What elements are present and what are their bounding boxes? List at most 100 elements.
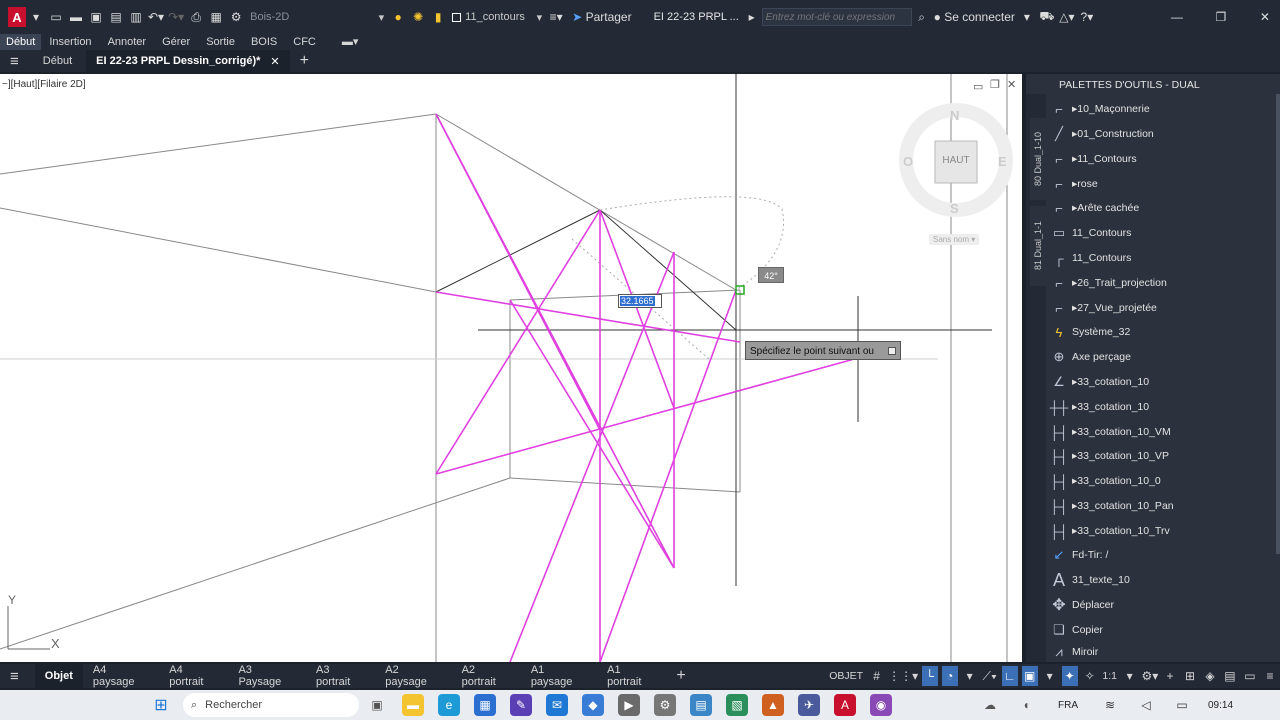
doc-tab-home[interactable]: Début xyxy=(29,50,86,72)
cloud-icon[interactable]: ☁ xyxy=(979,694,1001,716)
app-icon[interactable]: ✈ xyxy=(798,694,820,716)
layout-tab-a2-portrait[interactable]: A2 portrait xyxy=(452,664,521,688)
tab-sortie[interactable]: Sortie xyxy=(198,34,243,50)
close-tab-icon[interactable]: ✕ xyxy=(270,55,279,68)
cart-icon[interactable]: ⛟ xyxy=(1039,6,1055,28)
app-icon[interactable]: ▧ xyxy=(726,694,748,716)
redo-icon[interactable]: ↷▾ xyxy=(168,6,184,28)
hardware-acceleration-icon[interactable]: ▤ xyxy=(1222,666,1238,686)
layout-tab-a3-portrait[interactable]: A3 portrait xyxy=(306,664,375,688)
layout-tab-a4-portrait[interactable]: A4 portrait xyxy=(159,664,228,688)
palette-item[interactable]: ├┤ ▸ 33_cotation_10_VM xyxy=(1048,420,1280,444)
prompt-options-icon[interactable] xyxy=(888,347,896,355)
ucs-dropdown[interactable]: Sans nom ▾ xyxy=(929,234,980,245)
windows-start-icon[interactable]: ⊞ xyxy=(150,694,172,716)
login-button[interactable]: ● Se connecter xyxy=(934,6,1015,28)
object-snap-icon[interactable]: ▣ xyxy=(1021,666,1038,686)
publish-icon[interactable]: ▦ xyxy=(208,6,224,28)
layout-tab-a4-paysage[interactable]: A4 paysage xyxy=(83,664,159,688)
task-view-icon[interactable]: ▣ xyxy=(366,694,388,716)
palette-item[interactable]: ├┤ ▸ 33_cotation_10_0 xyxy=(1048,469,1280,493)
app-icon[interactable]: ✎ xyxy=(510,694,532,716)
minimize-icon[interactable]: — xyxy=(1169,6,1185,28)
tab-gerer[interactable]: Gérer xyxy=(154,34,198,50)
snap-icon[interactable]: ⋮⋮▾ xyxy=(888,666,918,686)
dynamic-angle-input[interactable]: 42° xyxy=(758,267,784,283)
plus-icon[interactable]: + xyxy=(1162,666,1178,686)
microphone-icon[interactable]: ◖ xyxy=(1015,694,1037,716)
taskbar-search[interactable]: ⌕ Rechercher xyxy=(183,693,359,717)
palette-item[interactable]: ↙ Fd-Tir: / xyxy=(1048,543,1280,567)
edge-browser-icon[interactable]: e xyxy=(438,694,460,716)
grid-icon[interactable]: # xyxy=(869,666,885,686)
drawing-canvas[interactable]: −][Haut][Filaire 2D] ▭ ❐ ✕ HAUT N S E O … xyxy=(0,74,1022,662)
units-icon[interactable]: ⊞ xyxy=(1182,666,1198,686)
settings-icon[interactable]: ⚙ xyxy=(654,694,676,716)
save-icon[interactable]: ▣ xyxy=(88,6,104,28)
tab-bois[interactable]: BOIS xyxy=(243,34,285,50)
gear-icon[interactable]: ⚙▾ xyxy=(1141,666,1158,686)
palette-item[interactable]: ├┤ ▸ 33_cotation_10_Trv xyxy=(1048,519,1280,543)
autocad-taskbar-icon[interactable]: A xyxy=(834,694,856,716)
chevron-down-icon[interactable]: ▾ xyxy=(1042,666,1058,686)
clock[interactable]: 09:14 xyxy=(1208,700,1233,711)
viewport-label[interactable]: −][Haut][Filaire 2D] xyxy=(2,79,86,90)
ortho-icon[interactable]: └ xyxy=(921,666,938,686)
palette-item[interactable]: ⌐ ▸ Arête cachée xyxy=(1048,196,1280,220)
compass-north[interactable]: N xyxy=(950,108,959,123)
viewport-close-icon[interactable]: ✕ xyxy=(1007,78,1016,91)
palette-item[interactable]: ⌐ ▸ 27_Vue_projetée xyxy=(1048,296,1280,320)
hamburger-menu-icon[interactable]: ≡ xyxy=(0,50,29,72)
tab-cfc[interactable]: CFC xyxy=(285,34,324,50)
chevron-down-icon[interactable]: ▾ xyxy=(962,666,978,686)
palette-item[interactable]: ⌐ ▸ 11_Contours xyxy=(1048,147,1280,171)
chevron-right-icon[interactable]: ▸ xyxy=(744,6,760,28)
palette-item[interactable]: ✥ Déplacer xyxy=(1048,593,1280,617)
drawing-svg[interactable] xyxy=(0,74,1022,662)
layout-tab-a3-paysage[interactable]: A3 Paysage xyxy=(228,664,306,688)
palette-tab-80[interactable]: 80 Dual_1-10 xyxy=(1030,118,1046,200)
new-file-icon[interactable]: ▭ xyxy=(48,6,64,28)
sun-icon[interactable]: ✺ xyxy=(410,6,426,28)
chevron-down-icon[interactable]: ▾ xyxy=(1122,666,1138,686)
app-icon[interactable]: ◉ xyxy=(870,694,892,716)
palette-item[interactable]: ϟ Système_32 xyxy=(1048,320,1280,344)
workspace-dropdown[interactable]: Bois-2D ▾ xyxy=(246,8,389,26)
annotation-visibility-icon[interactable]: ✦ xyxy=(1061,666,1078,686)
palette-item[interactable]: ⌐ ▸ 26_Trait_projection xyxy=(1048,271,1280,295)
isolate-icon[interactable]: ◈ xyxy=(1202,666,1218,686)
object-snap-tracking-icon[interactable]: ∟ xyxy=(1001,666,1018,686)
store-icon[interactable]: ▦ xyxy=(474,694,496,716)
app-icon[interactable]: ▶ xyxy=(618,694,640,716)
doc-tab-active[interactable]: EI 22-23 PRPL Dessin_corrigé)* ✕ xyxy=(86,50,290,72)
dynamic-length-input[interactable]: 32.1665 xyxy=(618,294,662,308)
new-tab-icon[interactable]: + xyxy=(290,50,319,72)
print-icon[interactable]: ⎙ xyxy=(188,6,204,28)
language-indicator[interactable]: FRA xyxy=(1058,700,1078,711)
layer-dropdown[interactable]: 11_contours ▾ xyxy=(448,8,547,26)
layout-tab-a2-paysage[interactable]: A2 paysage xyxy=(375,664,451,688)
help-icon[interactable]: ?▾ xyxy=(1079,6,1095,28)
tab-annoter[interactable]: Annoter xyxy=(100,34,155,50)
save-as-icon[interactable]: ▤ xyxy=(108,6,124,28)
palette-item[interactable]: ⩘ Miroir xyxy=(1048,642,1280,662)
layout-tab-a1-paysage[interactable]: A1 paysage xyxy=(521,664,597,688)
app-icon[interactable]: ▤ xyxy=(690,694,712,716)
chevron-down-icon[interactable]: ▾ xyxy=(1019,6,1035,28)
hamburger-menu-icon[interactable]: ≡ xyxy=(0,664,29,688)
volume-icon[interactable]: ◁ xyxy=(1135,694,1157,716)
gear-icon[interactable]: ⚙ xyxy=(228,6,244,28)
wifi-icon[interactable]: ≋ xyxy=(1099,694,1121,716)
open-folder-icon[interactable]: ▬ xyxy=(68,6,84,28)
ribbon-toggle-icon[interactable]: ▬▾ xyxy=(334,34,367,50)
customize-icon[interactable]: ≡▾ xyxy=(548,6,564,28)
model-space-toggle[interactable]: OBJET xyxy=(828,666,865,686)
plot-icon[interactable]: ▥ xyxy=(128,6,144,28)
undo-icon[interactable]: ↶▾ xyxy=(148,6,164,28)
battery-icon[interactable]: ▭ xyxy=(1171,694,1193,716)
mail-icon[interactable]: ✉ xyxy=(546,694,568,716)
compass-east[interactable]: E xyxy=(998,154,1007,169)
lock-icon[interactable]: ▮ xyxy=(430,6,446,28)
palette-item[interactable]: ┼┼ ▸ 33_cotation_10 xyxy=(1048,395,1280,419)
viewport-minimize-icon[interactable]: ▭ xyxy=(973,80,983,93)
